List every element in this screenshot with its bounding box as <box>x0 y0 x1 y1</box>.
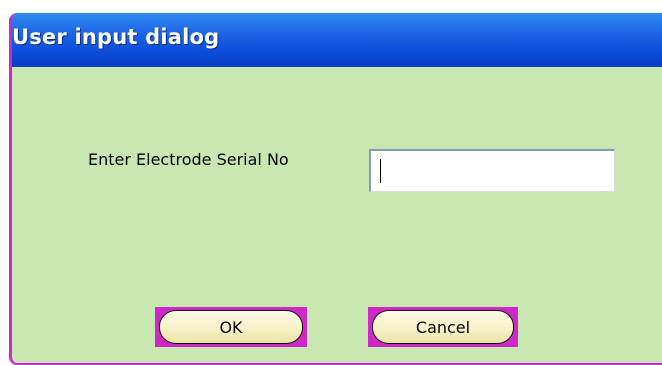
ok-button[interactable]: OK <box>159 310 303 344</box>
cancel-button[interactable]: Cancel <box>372 310 514 344</box>
ok-button-frame: OK <box>155 307 307 347</box>
cancel-button-frame: Cancel <box>368 307 518 347</box>
dialog-title: User input dialog <box>12 25 220 49</box>
user-input-dialog: User input dialog Enter Electrode Serial… <box>9 13 662 365</box>
text-caret <box>380 159 381 183</box>
dialog-titlebar[interactable]: User input dialog <box>12 13 662 67</box>
serial-number-input[interactable] <box>369 149 615 192</box>
serial-number-label: Enter Electrode Serial No <box>88 150 289 169</box>
